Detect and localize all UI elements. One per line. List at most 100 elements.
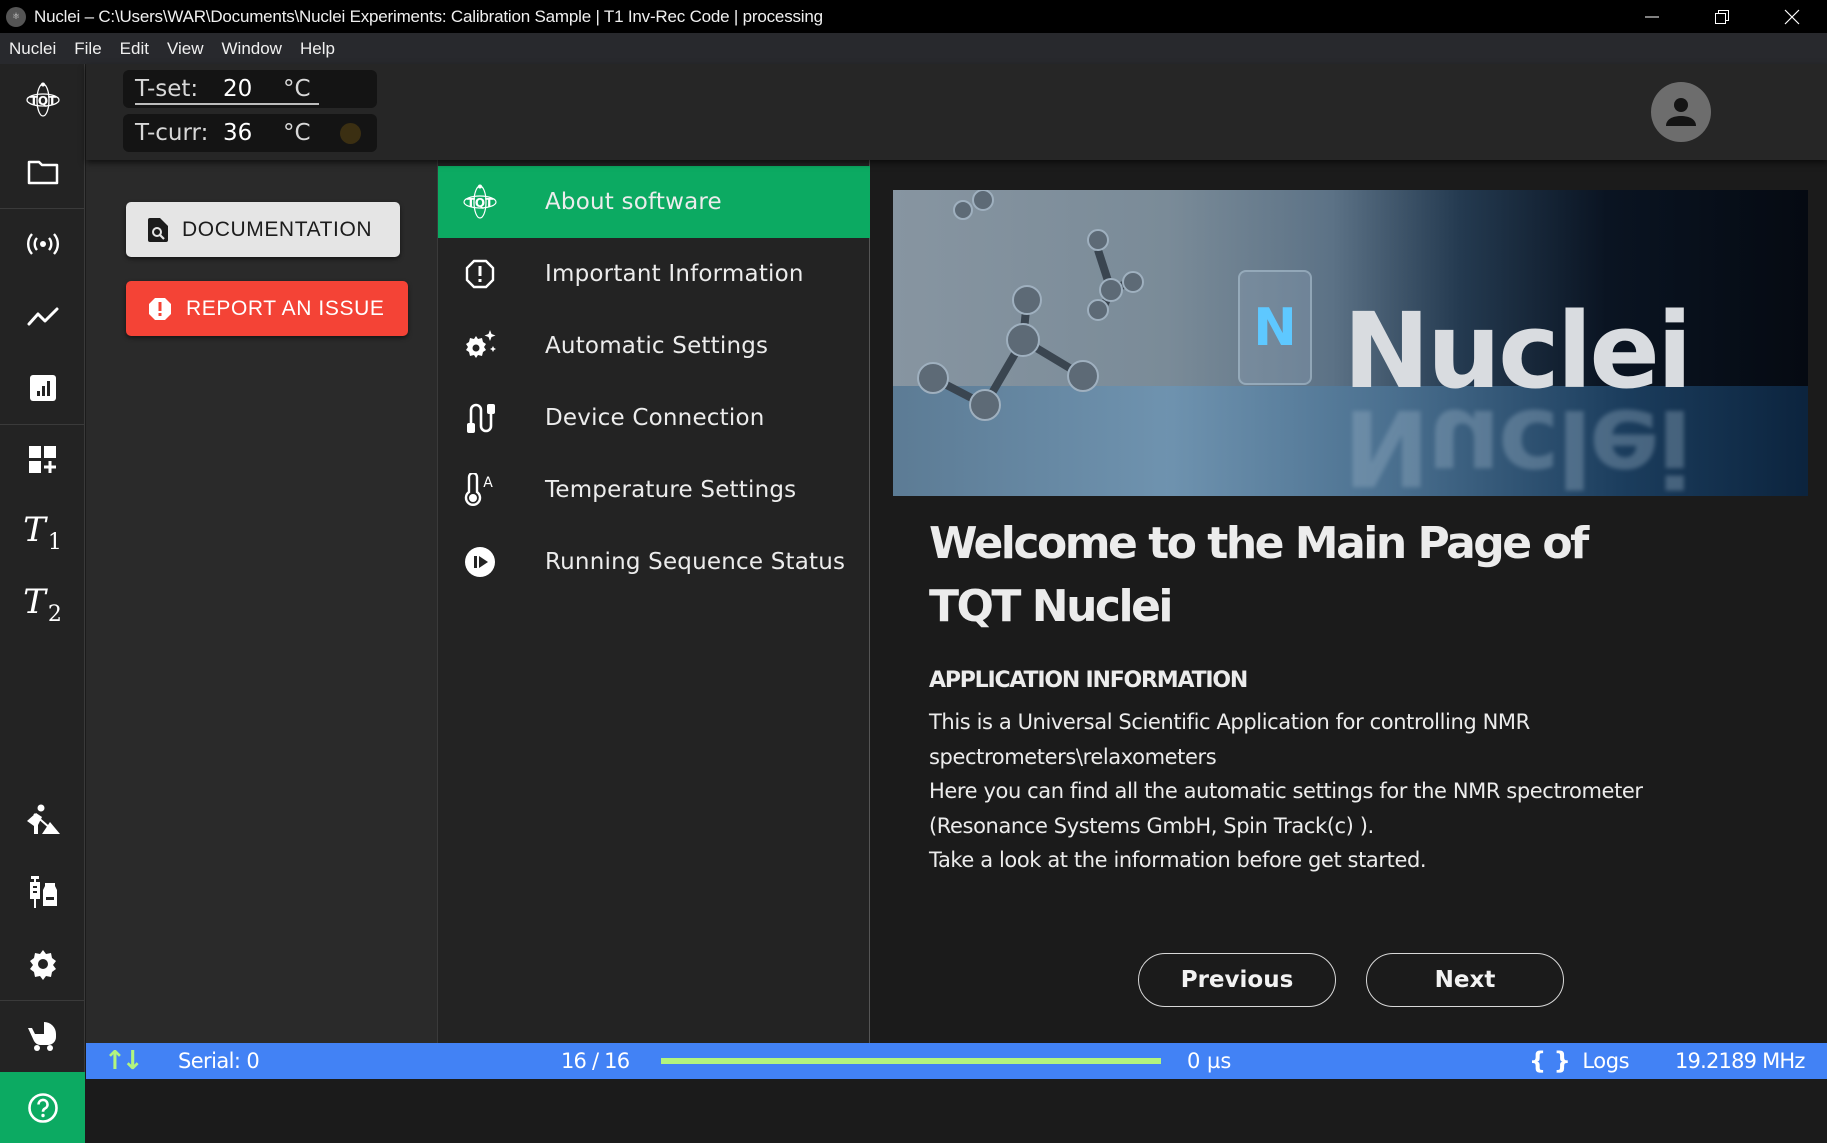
restore-button[interactable] — [1687, 0, 1757, 33]
sequence-progress-bar — [661, 1043, 1161, 1079]
sidebar-item-samples[interactable] — [0, 856, 85, 928]
sidebar-item-home[interactable]: TQT — [0, 64, 85, 136]
dashboard-add-icon — [28, 446, 56, 473]
folder-icon — [27, 160, 58, 185]
sidebar-item-bar-chart[interactable] — [0, 352, 85, 424]
sidebar-item-settings[interactable] — [0, 928, 85, 1000]
svg-text:A: A — [483, 475, 493, 491]
sidebar-item-help[interactable] — [0, 1072, 85, 1143]
window-title: Nuclei – C:\Users\WAR\Documents\Nuclei E… — [34, 6, 823, 26]
documentation-button[interactable]: DOCUMENTATION — [126, 202, 400, 257]
left-panel: DOCUMENTATION REPORT AN ISSUE — [86, 160, 437, 1043]
stroller-icon — [27, 1022, 56, 1051]
menu-item-device-connection[interactable]: Device Connection — [438, 382, 870, 454]
temperature-setpoint-field[interactable]: T-set: 20 °C — [123, 70, 377, 108]
close-icon — [1784, 9, 1800, 24]
t-curr-label: T-curr: — [135, 120, 209, 146]
braces-icon: { } — [1529, 1047, 1571, 1075]
menu-file[interactable]: File — [74, 39, 101, 59]
info-paragraph: Take a look at the information before ge… — [929, 848, 1427, 872]
user-icon — [1666, 98, 1696, 126]
documentation-label: DOCUMENTATION — [182, 217, 373, 241]
progress-fill — [661, 1058, 1161, 1064]
menu-item-running-sequence-status[interactable]: Running Sequence Status — [438, 526, 870, 598]
restore-icon — [1715, 9, 1729, 24]
frequency-readout: 19.2189 MHz — [1675, 1049, 1805, 1073]
bar-chart-icon — [29, 375, 56, 401]
menu-window[interactable]: Window — [222, 39, 282, 59]
menu-item-label: About software — [545, 189, 722, 215]
t-set-label: T-set: — [135, 76, 199, 102]
t-set-value[interactable]: 20 — [223, 76, 283, 102]
t2-subscript: 2 — [47, 601, 62, 627]
info-paragraph: Here you can find all the automatic sett… — [929, 779, 1643, 838]
menu-item-important-information[interactable]: Important Information — [438, 238, 870, 310]
info-menu: TQT About software Important Information… — [437, 160, 870, 1043]
t2-label: T — [23, 581, 46, 622]
t1-subscript: 1 — [47, 529, 62, 555]
gear-icon — [29, 950, 56, 980]
sidebar-item-open-folder[interactable] — [0, 136, 85, 208]
window-controls — [1617, 0, 1827, 33]
help-icon — [27, 1092, 58, 1123]
nuclei-banner-image: N Nuclei Nuclei — [893, 190, 1808, 496]
menu-item-label: Running Sequence Status — [545, 549, 846, 575]
t2-icon: T2 — [23, 582, 62, 627]
sidebar-item-t2[interactable]: T2 — [0, 568, 85, 640]
t-curr-value: 36 — [223, 120, 253, 146]
status-bar: ↑↓ Serial: 0 16 / 16 0 µs { } Logs 19.21… — [86, 1043, 1827, 1079]
menu-item-label: Temperature Settings — [545, 477, 797, 503]
vaccine-icon — [29, 876, 57, 908]
menu-help[interactable]: Help — [300, 39, 335, 59]
molecule-graphic — [917, 190, 1144, 421]
t1-label: T — [23, 509, 46, 550]
play-pause-circle-icon — [462, 544, 498, 580]
menu-item-label: Important Information — [545, 261, 804, 287]
t1-icon: T1 — [23, 510, 62, 555]
logs-button[interactable]: { } Logs — [1529, 1043, 1630, 1079]
tqt-logo-icon: TQT — [25, 82, 60, 117]
sidebar-item-line-chart[interactable] — [0, 280, 85, 352]
report-issue-button[interactable]: REPORT AN ISSUE — [126, 281, 408, 336]
menu-item-about-software[interactable]: TQT About software — [438, 166, 870, 238]
logs-label: Logs — [1582, 1049, 1630, 1073]
previous-button[interactable]: Previous — [1138, 953, 1336, 1007]
temperature-current-field: T-curr: 36 °C — [123, 114, 377, 152]
close-button[interactable] — [1757, 0, 1827, 33]
sidebar-item-dashboard-add[interactable] — [0, 424, 85, 496]
application-information: This is a Universal Scientific Applicati… — [929, 705, 1749, 878]
sidebar-item-stroller[interactable] — [0, 1000, 85, 1072]
page-title: Welcome to the Main Page of TQT Nuclei — [929, 518, 1589, 632]
menu-item-label: Automatic Settings — [545, 333, 769, 359]
sidebar-item-construction[interactable] — [0, 784, 85, 856]
banner-title-reflection: Nuclei — [1343, 386, 1690, 496]
t-set-underline — [135, 103, 319, 105]
menu-nuclei[interactable]: Nuclei — [9, 39, 56, 59]
cable-icon — [462, 400, 498, 436]
connection-arrows-icon: ↑↓ — [104, 1046, 144, 1076]
minimize-button[interactable] — [1617, 0, 1687, 33]
title-bar: ⚛ Nuclei – C:\Users\WAR\Documents\Nuclei… — [0, 0, 1827, 33]
element-tile: N — [1238, 270, 1312, 385]
broadcast-icon — [26, 233, 59, 255]
alert-octagon-icon — [148, 297, 172, 321]
alert-octagon-icon — [462, 256, 498, 292]
menu-item-temperature-settings[interactable]: A Temperature Settings — [438, 454, 870, 526]
svg-text:TQT: TQT — [29, 94, 56, 108]
menu-item-automatic-settings[interactable]: Automatic Settings — [438, 310, 870, 382]
main-content: N Nuclei Nuclei Welcome to the Main Page… — [871, 160, 1827, 1043]
app-logo-icon: ⚛ — [6, 6, 26, 27]
user-avatar[interactable] — [1651, 82, 1711, 142]
section-heading: APPLICATION INFORMATION — [929, 668, 1248, 693]
next-button[interactable]: Next — [1366, 953, 1564, 1007]
sidebar-item-t1[interactable]: T1 — [0, 496, 85, 568]
svg-text:TQT: TQT — [467, 196, 494, 210]
temperature-status-indicator — [340, 123, 361, 144]
menu-bar: Nuclei File Edit View Window Help — [0, 33, 1827, 64]
thermometer-auto-icon: A — [462, 472, 498, 508]
sidebar-item-signal[interactable] — [0, 208, 85, 280]
menu-edit[interactable]: Edit — [120, 39, 149, 59]
t-set-unit: °C — [283, 76, 311, 102]
menu-view[interactable]: View — [167, 39, 204, 59]
t-curr-unit: °C — [283, 120, 311, 146]
